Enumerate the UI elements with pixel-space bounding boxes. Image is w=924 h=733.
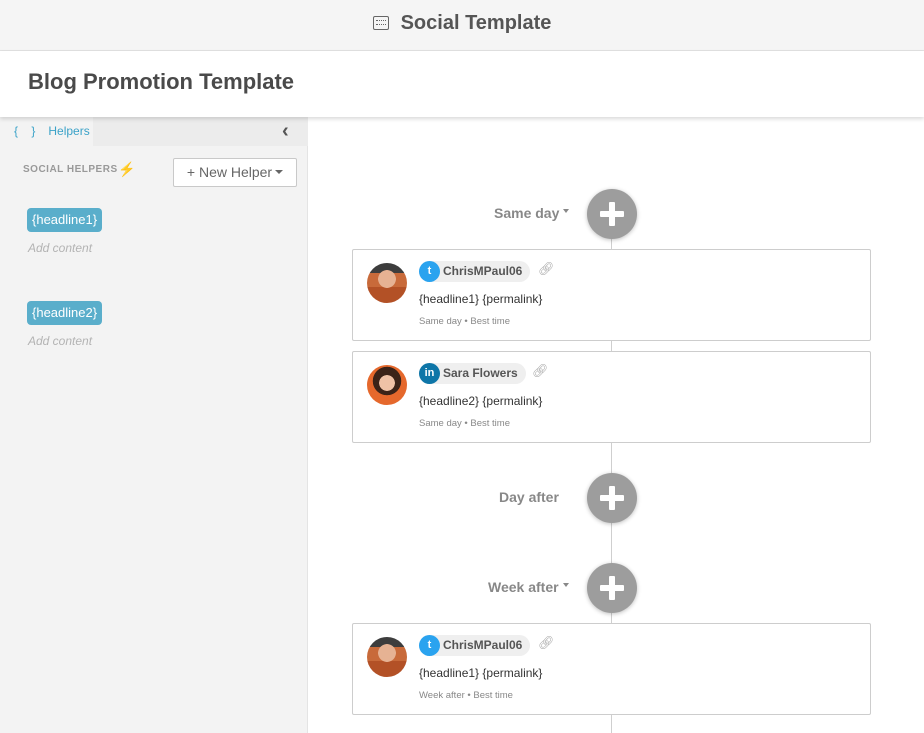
template-icon: [372, 16, 389, 30]
account-name: ChrisMPaul06: [443, 264, 523, 278]
link-icon[interactable]: 🔗︎: [538, 261, 555, 277]
title-bar: Social Template: [0, 0, 924, 51]
add-post-button-week-after[interactable]: [587, 563, 637, 613]
post-meta: Same day • Best time: [419, 418, 510, 429]
post-card[interactable]: in Sara Flowers 🔗︎ {headline2} {permalink…: [352, 351, 871, 443]
caret-down-icon: [562, 583, 569, 587]
post-text: {headline2} {permalink}: [419, 394, 543, 408]
helper-add-content-1[interactable]: Add content: [28, 241, 92, 255]
page-title: Blog Promotion Template: [28, 69, 295, 94]
avatar: [367, 365, 407, 405]
post-text: {headline1} {permalink}: [419, 292, 543, 306]
window-title-text: Social Template: [400, 12, 552, 34]
lightning-icon: ⚡: [118, 161, 136, 177]
twitter-icon: t: [419, 261, 440, 282]
post-meta: Week after • Best time: [419, 690, 513, 701]
linkedin-icon: in: [419, 363, 440, 384]
add-post-button-same-day[interactable]: [587, 189, 637, 239]
account-name: Sara Flowers: [443, 366, 518, 380]
avatar: [367, 637, 407, 677]
post-text: {headline1} {permalink}: [419, 666, 543, 680]
avatar: [367, 263, 407, 303]
link-icon[interactable]: 🔗︎: [538, 635, 555, 651]
group-label-text: Day after: [499, 489, 559, 505]
group-label-day-after[interactable]: Day after: [499, 489, 559, 505]
post-card[interactable]: t ChrisMPaul06 🔗︎ {headline1} {permalink}…: [352, 249, 871, 341]
post-meta: Same day • Best time: [419, 316, 510, 327]
account-name: ChrisMPaul06: [443, 638, 523, 652]
group-label-text: Same day: [494, 205, 560, 221]
helper-tag-headline2[interactable]: {headline2}: [27, 301, 103, 325]
group-label-text: Week after: [488, 579, 559, 595]
helper-add-content-2[interactable]: Add content: [28, 334, 92, 348]
group-label-same-day[interactable]: Same day: [494, 205, 570, 221]
window-title: Social Template: [0, 12, 924, 35]
caret-down-icon: [563, 209, 570, 213]
collapse-sidebar-icon[interactable]: ‹: [282, 121, 298, 141]
account-pill: t ChrisMPaul06: [419, 635, 531, 656]
tab-helpers[interactable]: { } Helpers: [0, 117, 93, 147]
tab-helpers-label: Helpers: [48, 124, 90, 138]
new-helper-button[interactable]: + New Helper: [173, 158, 297, 187]
link-icon[interactable]: 🔗︎: [532, 363, 549, 379]
helpers-sidebar: { } Helpers ‹ SOCIAL HELPERS ⚡ + New Help…: [0, 117, 308, 733]
account-pill: in Sara Flowers: [419, 363, 526, 384]
post-card[interactable]: t ChrisMPaul06 🔗︎ {headline1} {permalink}…: [352, 623, 871, 715]
braces-icon: { }: [14, 124, 41, 138]
group-label-week-after[interactable]: Week after: [488, 579, 569, 595]
caret-down-icon: [275, 170, 284, 174]
add-post-button-day-after[interactable]: [587, 473, 637, 523]
account-pill: t ChrisMPaul06: [419, 261, 531, 282]
social-helpers-label: SOCIAL HELPERS: [23, 164, 118, 175]
new-helper-label: + New Helper: [186, 164, 273, 180]
twitter-icon: t: [419, 635, 440, 656]
page-header: Blog Promotion Template: [0, 51, 924, 117]
helper-tag-headline1[interactable]: {headline1}: [27, 208, 103, 232]
